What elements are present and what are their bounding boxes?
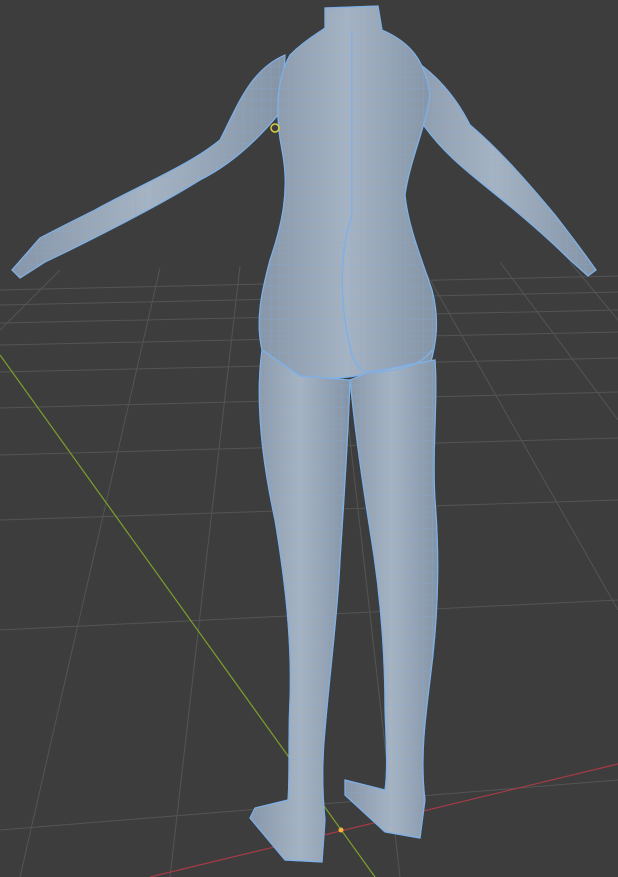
origin-point-icon bbox=[338, 827, 344, 833]
3d-viewport[interactable] bbox=[0, 0, 618, 877]
viewport-canvas[interactable] bbox=[0, 0, 618, 877]
